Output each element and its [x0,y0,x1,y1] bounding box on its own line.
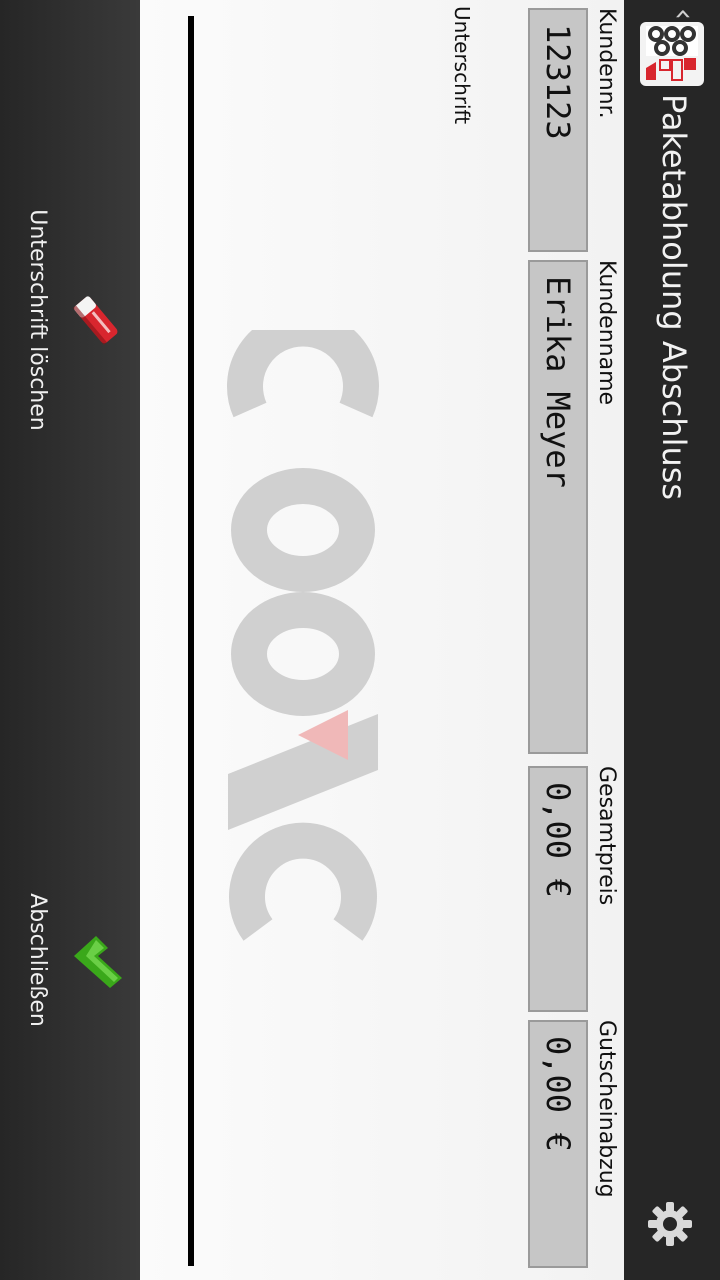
customer-number-label: Kundennr. [594,8,619,119]
total-price-label: Gesamtpreis [594,766,619,906]
customer-number-field[interactable]: 123123 [528,8,588,252]
voucher-deduction-label: Gutscheinabzug [594,1020,619,1198]
total-price-field[interactable]: 0,00 € [528,766,588,1012]
rotated-screen: ‹ Paketabholung Abschluss Kundennr. 1231… [0,0,720,1280]
clear-signature-label: Unterschrift löschen [25,209,50,431]
signature-baseline [188,16,194,1266]
checkmark-icon [66,930,126,990]
finish-button[interactable]: Abschließen [0,640,140,1280]
coss-logo-icon[interactable] [640,22,704,86]
content-area: Kundennr. 123123 Kundenname Erika Meyer … [140,0,624,1280]
voucher-deduction-field[interactable]: 0,00 € [528,1020,588,1268]
signature-label: Unterschrift [450,6,474,125]
action-bar: ‹ Paketabholung Abschluss [624,0,720,1280]
bottom-action-bar: Unterschrift löschen Abschließen [0,0,140,1280]
customer-name-label: Kundenname [594,260,619,406]
eraser-icon [66,290,126,350]
back-chevron-icon[interactable]: ‹ [666,8,701,22]
customer-name-field[interactable]: Erika Meyer [528,260,588,754]
gear-icon[interactable] [646,1200,694,1248]
page-title: Paketabholung Abschluss [655,94,693,501]
clear-signature-button[interactable]: Unterschrift löschen [0,0,140,640]
finish-label: Abschließen [25,893,50,1027]
